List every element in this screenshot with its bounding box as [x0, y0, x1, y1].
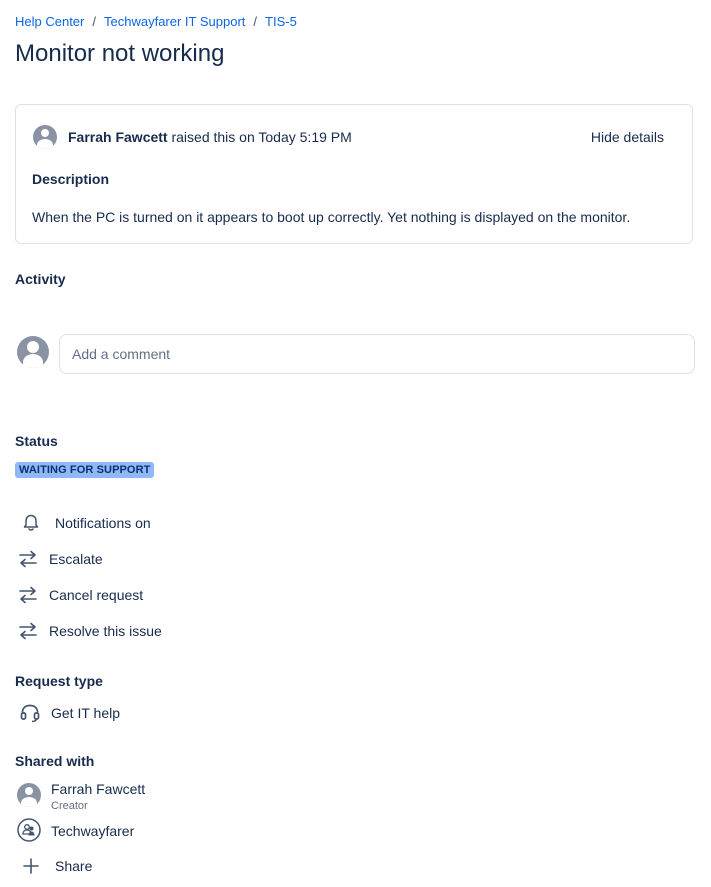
resolve-issue-label: Resolve this issue	[49, 623, 162, 639]
description-text: When the PC is turned on it appears to b…	[32, 209, 631, 225]
plus-icon	[23, 858, 39, 874]
raised-text: raised this on Today 5:19 PM	[171, 129, 352, 145]
shared-person-creator: Farrah Fawcett Creator	[51, 781, 145, 812]
request-type-label: Get IT help	[51, 705, 121, 721]
shared-person-role: Creator	[51, 800, 88, 812]
current-user-avatar	[17, 336, 49, 368]
transition-icon	[19, 586, 37, 604]
request-details-card: Farrah Fawcett raised this on Today 5:19…	[15, 104, 693, 244]
status-badge: WAITING FOR SUPPORT	[15, 462, 155, 478]
resolve-issue-button[interactable]: Resolve this issue	[17, 621, 162, 641]
hide-details-button[interactable]: Hide details	[591, 129, 664, 145]
request-type-value: Get IT help	[19, 703, 120, 723]
notifications-toggle[interactable]: Notifications on	[21, 513, 151, 533]
page-title: Monitor not working	[15, 40, 225, 67]
notifications-label: Notifications on	[55, 515, 151, 531]
description-heading: Description	[32, 171, 110, 187]
transition-icon	[19, 622, 37, 640]
organization-icon	[17, 818, 41, 842]
shared-with-heading: Shared with	[15, 753, 95, 769]
bell-icon	[23, 514, 39, 531]
share-button[interactable]: Share	[22, 857, 92, 875]
status-heading: Status	[15, 433, 58, 449]
request-type-heading: Request type	[15, 673, 103, 689]
reporter-avatar	[33, 125, 57, 149]
shared-person-name: Farrah Fawcett	[51, 781, 146, 797]
breadcrumb: Help Center / Techwayfarer IT Support / …	[15, 14, 297, 29]
breadcrumb-separator: /	[253, 14, 258, 29]
breadcrumb-separator: /	[92, 14, 96, 29]
cancel-request-button[interactable]: Cancel request	[17, 585, 143, 605]
transition-icon	[19, 550, 37, 568]
breadcrumb-help-center[interactable]: Help Center	[15, 14, 84, 29]
share-label: Share	[55, 858, 93, 874]
raised-by-line: Farrah Fawcett raised this on Today 5:19…	[68, 129, 352, 145]
comment-input[interactable]: Add a comment	[59, 334, 695, 374]
breadcrumb-service-project[interactable]: Techwayfarer IT Support	[104, 14, 245, 29]
cancel-request-label: Cancel request	[49, 587, 144, 603]
reporter-name[interactable]: Farrah Fawcett	[68, 129, 168, 145]
creator-avatar	[17, 783, 41, 807]
breadcrumb-issue-key[interactable]: TIS-5	[265, 14, 297, 29]
escalate-label: Escalate	[49, 551, 103, 567]
shared-organization-name: Techwayfarer	[51, 823, 135, 839]
activity-heading: Activity	[15, 271, 66, 287]
headset-icon	[20, 704, 40, 723]
escalate-button[interactable]: Escalate	[17, 549, 103, 569]
